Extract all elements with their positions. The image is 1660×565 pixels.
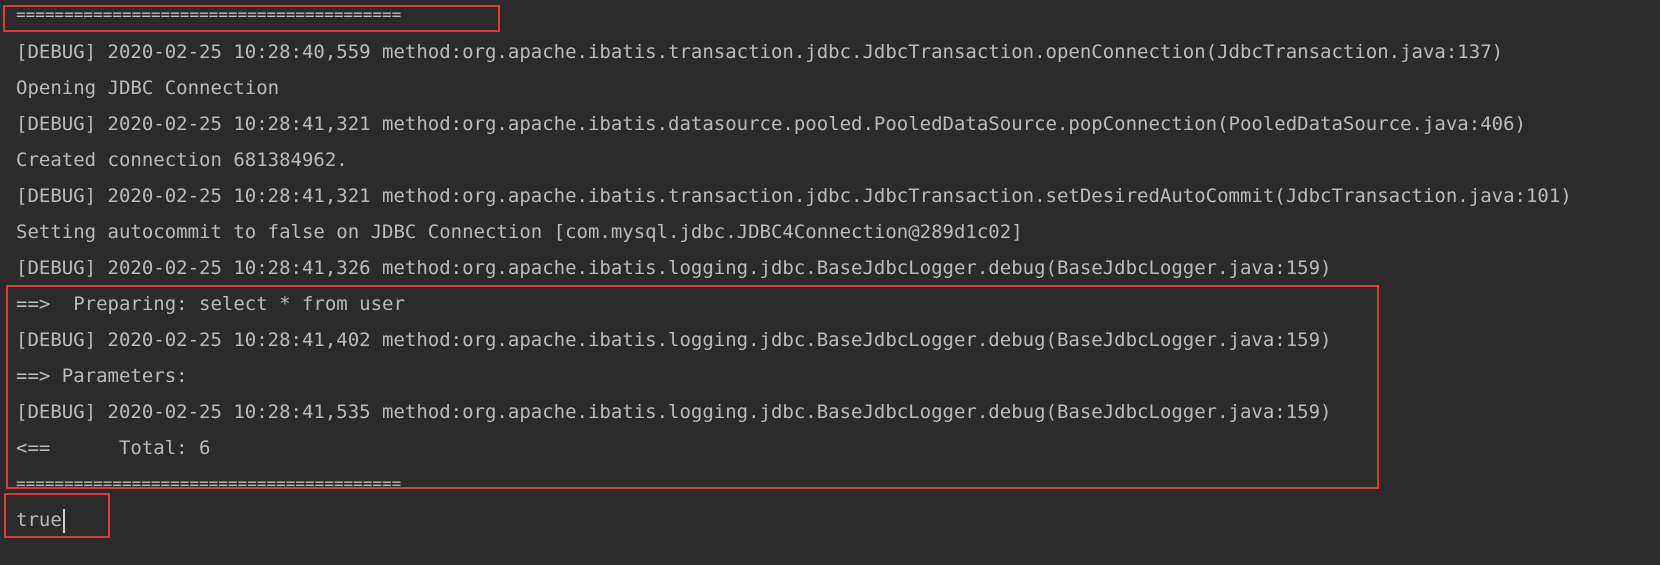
log-line-debug: [DEBUG] 2020-02-25 10:28:40,559 method:o… (16, 41, 1504, 63)
log-line-sql-parameters: ==> Parameters: (16, 365, 200, 387)
log-line: Opening JDBC Connection (16, 77, 280, 99)
separator-line-bottom: ======================================== (16, 474, 402, 493)
text-cursor (62, 508, 65, 533)
output-result-text: true (16, 509, 62, 531)
log-line-debug: [DEBUG] 2020-02-25 10:28:41,321 method:o… (16, 185, 1572, 207)
log-line-sql-preparing: ==> Preparing: select * from user (16, 293, 405, 315)
log-line-debug: [DEBUG] 2020-02-25 10:28:41,326 method:o… (16, 257, 1332, 279)
console-output[interactable]: ========================================… (0, 0, 1660, 565)
log-line-debug: [DEBUG] 2020-02-25 10:28:41,402 method:o… (16, 329, 1332, 351)
separator-line-top: ======================================== (16, 5, 402, 24)
log-line-sql-total: <== Total: 6 (16, 437, 211, 459)
output-result-line[interactable]: true (16, 505, 65, 535)
log-line: Created connection 681384962. (16, 149, 348, 171)
log-line-debug: [DEBUG] 2020-02-25 10:28:41,321 method:o… (16, 113, 1526, 135)
log-line: Setting autocommit to false on JDBC Conn… (16, 221, 1023, 243)
log-line-debug: [DEBUG] 2020-02-25 10:28:41,535 method:o… (16, 401, 1332, 423)
